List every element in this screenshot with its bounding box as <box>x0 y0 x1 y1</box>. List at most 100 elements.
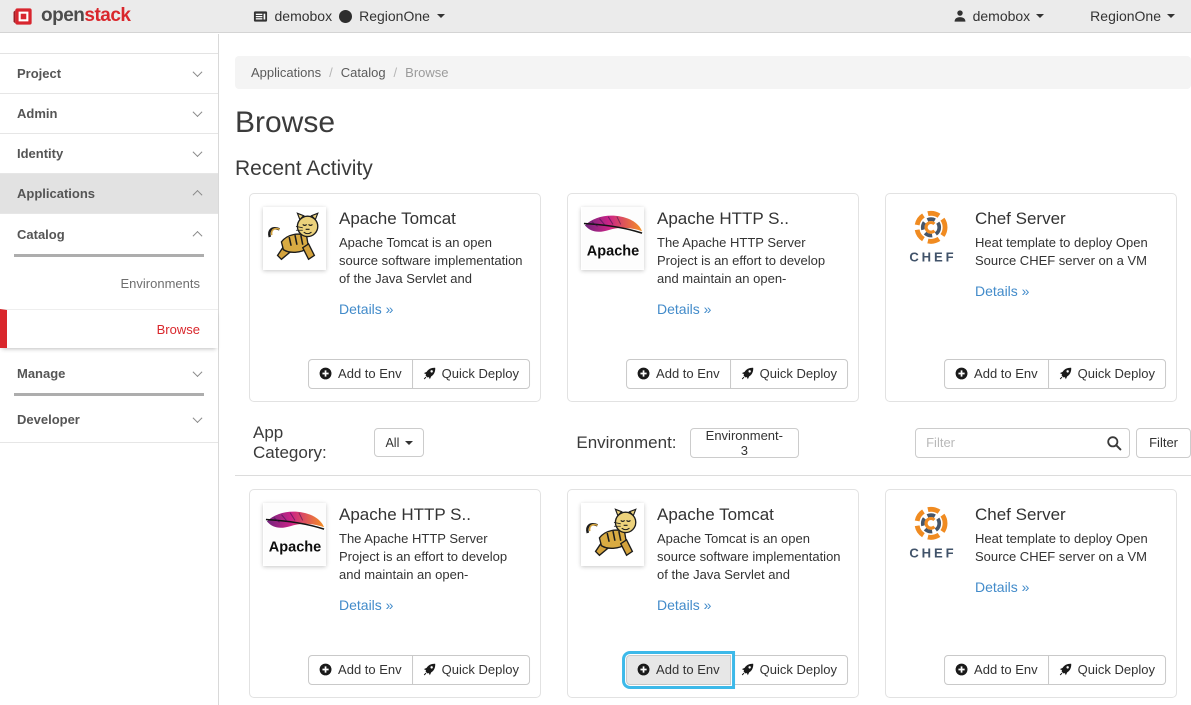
filter-button[interactable]: Filter <box>1136 428 1191 458</box>
quick-deploy-button[interactable]: Quick Deploy <box>412 359 530 389</box>
caret-down-icon <box>1036 14 1044 18</box>
user-menu[interactable]: demobox <box>953 8 1045 24</box>
current-region: RegionOne <box>359 8 430 24</box>
search-icon[interactable] <box>1106 435 1122 451</box>
app-category-label: App Category: <box>253 423 360 463</box>
user-icon <box>953 9 967 23</box>
app-description: Heat template to deploy Open Source CHEF… <box>975 234 1163 270</box>
sidebar-item-applications[interactable]: Applications <box>0 174 218 214</box>
recent-activity-title: Recent Activity <box>235 157 1191 181</box>
navbar-right: demobox RegionOne <box>953 8 1179 24</box>
add-to-env-button[interactable]: Add to Env <box>944 359 1049 389</box>
region-dot-icon <box>339 10 352 23</box>
chevron-up-icon <box>193 190 203 200</box>
breadcrumb-separator: / <box>394 65 398 80</box>
app-card-apache-http: Apache HTTP S.. The Apache HTTP Server P… <box>249 489 541 698</box>
card-actions: Add to Env Quick Deploy <box>626 359 848 389</box>
environment-label: Environment: <box>576 433 676 453</box>
top-navbar: openstack demobox RegionOne demobox Regi… <box>0 0 1191 33</box>
details-link[interactable]: Details » <box>657 301 711 317</box>
openstack-logo-text: openstack <box>41 5 131 27</box>
details-link[interactable]: Details » <box>339 301 393 317</box>
app-description: Apache Tomcat is an open source software… <box>339 234 527 288</box>
details-link[interactable]: Details » <box>975 283 1029 299</box>
project-region-switcher[interactable]: demobox RegionOne <box>253 8 445 24</box>
card-actions: Add to Env Quick Deploy <box>944 655 1166 685</box>
sidebar-item-admin[interactable]: Admin <box>0 94 218 134</box>
caret-down-icon <box>1167 14 1175 18</box>
app-description: Apache Tomcat is an open source software… <box>657 530 845 584</box>
region-menu-label: RegionOne <box>1090 8 1161 24</box>
plus-circle-icon <box>955 663 968 676</box>
catalog-grid: Apache HTTP S.. The Apache HTTP Server P… <box>249 489 1191 698</box>
details-link[interactable]: Details » <box>339 597 393 613</box>
quick-deploy-button[interactable]: Quick Deploy <box>1048 655 1166 685</box>
details-link[interactable]: Details » <box>975 579 1029 595</box>
current-project: demobox <box>275 8 333 24</box>
sidebar-item-project[interactable]: Project <box>0 54 218 94</box>
quick-deploy-button[interactable]: Quick Deploy <box>730 359 848 389</box>
card-actions: Add to Env Quick Deploy <box>626 655 848 685</box>
add-to-env-button[interactable]: Add to Env <box>308 655 413 685</box>
rocket-icon <box>423 367 436 380</box>
sidebar: Project Admin Identity Applications Cata… <box>0 34 219 705</box>
openstack-logo[interactable]: openstack <box>12 5 131 28</box>
quick-deploy-button[interactable]: Quick Deploy <box>412 655 530 685</box>
add-to-env-button[interactable]: Add to Env <box>308 359 413 389</box>
breadcrumb-applications[interactable]: Applications <box>251 65 321 80</box>
filter-search <box>915 428 1130 458</box>
plus-circle-icon <box>955 367 968 380</box>
app-description: Heat template to deploy Open Source CHEF… <box>975 530 1163 566</box>
sidebar-collapsed-panel <box>0 34 218 54</box>
app-category-dropdown[interactable]: All <box>374 428 424 457</box>
tomcat-logo-icon <box>263 207 326 270</box>
add-to-env-button-highlighted[interactable]: Add to Env <box>626 655 731 685</box>
apache-logo-icon <box>581 207 644 270</box>
project-list-icon <box>253 9 268 24</box>
app-title: Apache Tomcat <box>657 505 845 525</box>
openstack-cube-icon <box>12 5 35 28</box>
region-menu[interactable]: RegionOne <box>1090 8 1175 24</box>
breadcrumb-catalog[interactable]: Catalog <box>341 65 386 80</box>
environment-button[interactable]: Environment-3 <box>690 428 800 458</box>
app-title: Apache HTTP S.. <box>339 505 527 525</box>
add-to-env-button[interactable]: Add to Env <box>944 655 1049 685</box>
app-card-chef: Chef Server Heat template to deploy Open… <box>885 489 1177 698</box>
breadcrumb-current: Browse <box>405 65 448 80</box>
card-actions: Add to Env Quick Deploy <box>944 359 1166 389</box>
quick-deploy-button[interactable]: Quick Deploy <box>1048 359 1166 389</box>
chef-logo-icon <box>899 503 962 566</box>
rocket-icon <box>741 367 754 380</box>
chevron-up-icon <box>193 230 203 240</box>
rocket-icon <box>423 663 436 676</box>
plus-circle-icon <box>637 663 650 676</box>
plus-circle-icon <box>319 663 332 676</box>
sidebar-item-environments[interactable]: Environments <box>0 257 218 309</box>
app-title: Chef Server <box>975 209 1163 229</box>
app-title: Apache Tomcat <box>339 209 527 229</box>
sidebar-item-identity[interactable]: Identity <box>0 134 218 174</box>
user-menu-label: demobox <box>973 8 1031 24</box>
chevron-down-icon <box>193 367 203 377</box>
sidebar-item-catalog[interactable]: Catalog <box>0 214 218 254</box>
tomcat-logo-icon <box>581 503 644 566</box>
quick-deploy-button[interactable]: Quick Deploy <box>730 655 848 685</box>
caret-down-icon <box>405 441 413 445</box>
card-actions: Add to Env Quick Deploy <box>308 655 530 685</box>
card-actions: Add to Env Quick Deploy <box>308 359 530 389</box>
sidebar-item-developer[interactable]: Developer <box>0 396 218 443</box>
plus-circle-icon <box>637 367 650 380</box>
rocket-icon <box>741 663 754 676</box>
details-link[interactable]: Details » <box>657 597 711 613</box>
chef-logo-icon <box>899 207 962 270</box>
breadcrumb-separator: / <box>329 65 333 80</box>
rocket-icon <box>1059 367 1072 380</box>
sidebar-item-manage[interactable]: Manage <box>0 353 218 393</box>
apache-logo-icon <box>263 503 326 566</box>
app-title: Chef Server <box>975 505 1163 525</box>
filter-input[interactable] <box>915 428 1130 458</box>
sidebar-item-browse[interactable]: Browse <box>0 309 218 348</box>
filter-bar: App Category: All Environment: Environme… <box>253 423 1191 463</box>
add-to-env-button[interactable]: Add to Env <box>626 359 731 389</box>
section-divider <box>235 475 1191 476</box>
